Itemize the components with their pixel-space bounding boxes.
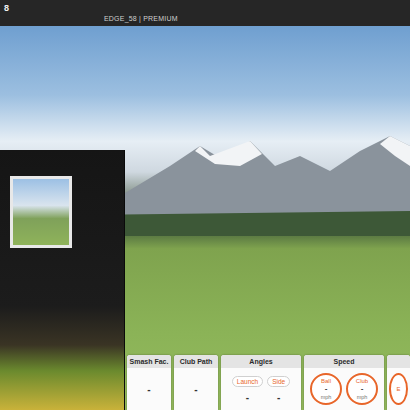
- stat-card-body: -: [174, 368, 218, 410]
- angle-label: Launch: [232, 376, 263, 387]
- bay-title: 8: [4, 4, 406, 13]
- gauge-value: -: [325, 385, 328, 394]
- simulator-room-screen: [10, 176, 72, 248]
- gauge-label: Ball: [321, 378, 331, 385]
- angle-item: Side -: [267, 376, 290, 403]
- top-bar: 8 EDGE_58 | PREMIUM: [0, 0, 410, 26]
- stat-card-body: -: [127, 368, 171, 410]
- angle-label: Side: [267, 376, 290, 387]
- stat-card: Smash Fac. -: [127, 355, 171, 410]
- simulator-room-photo: [0, 150, 125, 410]
- gauge-unit: mph: [357, 394, 368, 400]
- speed-gauge: Ball-mph: [310, 373, 342, 405]
- simulator-screen: 8 EDGE_58 | PREMIUM Smash Fac. - Club Path - A…: [0, 0, 410, 410]
- speed-gauge: Club-mph: [346, 373, 378, 405]
- stat-card-title: Smash Fac.: [127, 355, 171, 368]
- partial-gauge: E: [389, 373, 408, 405]
- angle-value: -: [246, 392, 249, 403]
- stat-card-body: Launch - Side -: [221, 368, 301, 410]
- stats-bar: Smash Fac.-Club Path-AnglesLaunch-Side-S…: [125, 355, 410, 410]
- stat-card-title: Club Path: [174, 355, 218, 368]
- angle-item: Launch -: [232, 376, 263, 403]
- stat-card-body: E: [387, 368, 410, 410]
- stat-card: Angles Launch - Side -: [221, 355, 301, 410]
- stat-card-title: Angles: [221, 355, 301, 368]
- stat-card: E: [387, 355, 410, 410]
- gauge-value: -: [361, 385, 364, 394]
- gauge-label: E: [396, 386, 400, 393]
- stat-value: -: [194, 384, 197, 395]
- gauge-label: Club: [356, 378, 368, 385]
- stat-card: SpeedBall-mphClub-mph: [304, 355, 384, 410]
- angle-value: -: [277, 392, 280, 403]
- stat-card-body: Ball-mphClub-mph: [304, 368, 384, 410]
- stat-value: -: [147, 384, 150, 395]
- stat-card-title: [387, 355, 410, 368]
- stat-card: Club Path -: [174, 355, 218, 410]
- course-view: Smash Fac.-Club Path-AnglesLaunch-Side-S…: [0, 26, 410, 410]
- bay-subtitle: EDGE_58 | PREMIUM: [4, 15, 406, 22]
- gauge-unit: mph: [321, 394, 332, 400]
- stat-card-title: Speed: [304, 355, 384, 368]
